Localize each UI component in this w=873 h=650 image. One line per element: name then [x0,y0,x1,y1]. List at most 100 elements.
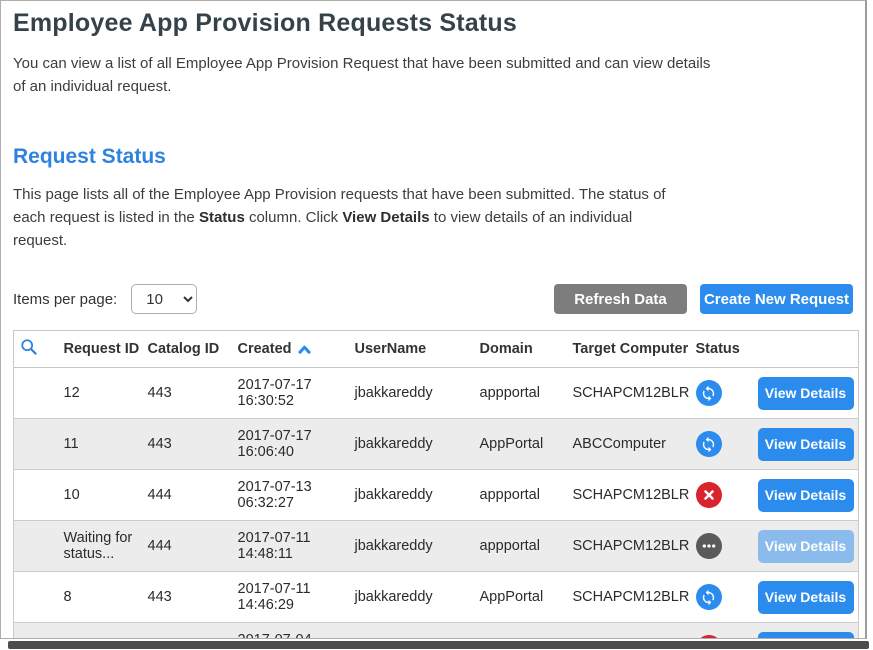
cell-request-id: 10 [58,470,142,521]
cell-action: View Details [752,368,859,419]
cell-target-computer: SCHAPCM12BLR [567,623,690,639]
header-request-id[interactable]: Request ID [58,331,142,368]
request-status-table: Request ID Catalog ID Created UserName D… [13,330,859,639]
view-details-button[interactable]: View Details [758,377,854,410]
view-details-button-disabled[interactable]: View Details [758,530,854,563]
cell-status [690,521,752,572]
cell-username: jbakkareddy [349,419,474,470]
cell-request-id: Waiting for status... [58,521,142,572]
request-status-heading: Request Status [13,145,853,169]
table-header-row: Request ID Catalog ID Created UserName D… [14,331,859,368]
table-row: 8 443 2017-07-11 14:46:29 jbakkareddy Ap… [14,572,859,623]
view-details-button[interactable]: View Details [758,479,854,512]
cell-status [690,623,752,639]
error-status-icon [696,482,722,508]
cell-target-computer: SCHAPCM12BLR [567,521,690,572]
view-details-button[interactable]: View Details [758,581,854,614]
sync-status-icon [696,380,722,406]
sync-status-icon [696,584,722,610]
view-details-button[interactable]: View Details [758,632,854,639]
header-catalog-id[interactable]: Catalog ID [142,331,232,368]
section-desc-bold-view-details: View Details [342,209,429,226]
cell-catalog-id: 443 [142,368,232,419]
cell-username: jbakkareddy [349,572,474,623]
window-bottom-edge [8,641,869,649]
section-desc-part2: column. Click [245,209,343,226]
page-frame: Employee App Provision Requests Status Y… [0,0,867,639]
cell-target-computer: ABCComputer [567,419,690,470]
search-icon[interactable] [20,338,38,356]
cell-catalog-id: 443 [142,419,232,470]
cell-username: jbakkareddy [349,623,474,639]
table-row: Waiting for status... 444 2017-07-11 14:… [14,521,859,572]
refresh-data-button[interactable]: Refresh Data [554,284,687,314]
table-row: 11 443 2017-07-17 16:06:40 jbakkareddy A… [14,419,859,470]
cell-status [690,419,752,470]
cell-action: View Details [752,623,859,639]
cell-status [690,368,752,419]
cell-status [690,572,752,623]
cell-created: 2017-07-11 14:48:11 [232,521,349,572]
cell-target-computer: SCHAPCM12BLR [567,368,690,419]
header-domain[interactable]: Domain [474,331,567,368]
search-header-cell [14,331,58,368]
section-description: This page lists all of the Employee App … [13,183,681,253]
cell-request-id: 6 [58,623,142,639]
cell-domain: appportal [474,623,567,639]
items-per-page-label: Items per page: [13,291,117,308]
row-icon-cell [14,623,58,639]
cell-created: 2017-07-04 04:32:57 [232,623,349,639]
items-per-page-select[interactable]: 10 [131,284,197,314]
cell-action: View Details [752,572,859,623]
page-title: Employee App Provision Requests Status [13,9,853,38]
ellipsis-status-icon [696,533,722,559]
cell-created: 2017-07-13 06:32:27 [232,470,349,521]
cell-username: jbakkareddy [349,521,474,572]
cell-catalog-id: 443 [142,572,232,623]
sort-ascending-icon [298,345,311,354]
row-icon-cell [14,419,58,470]
header-username[interactable]: UserName [349,331,474,368]
cell-domain: appportal [474,470,567,521]
cell-request-id: 11 [58,419,142,470]
cell-target-computer: SCHAPCM12BLR [567,470,690,521]
screenshot-stage: Employee App Provision Requests Status Y… [0,0,873,650]
header-created[interactable]: Created [232,331,349,368]
cell-status [690,470,752,521]
cell-request-id: 8 [58,572,142,623]
header-created-label: Created [238,341,292,357]
row-icon-cell [14,470,58,521]
cell-domain: appportal [474,368,567,419]
row-icon-cell [14,572,58,623]
cell-created: 2017-07-17 16:06:40 [232,419,349,470]
header-actions [752,331,859,368]
error-status-icon [696,635,722,639]
cell-target-computer: SCHAPCM12BLR [567,572,690,623]
cell-domain: appportal [474,521,567,572]
cell-catalog-id: 444 [142,521,232,572]
cell-request-id: 12 [58,368,142,419]
cell-action: View Details [752,419,859,470]
page-intro-text: You can view a list of all Employee App … [13,52,713,99]
sync-status-icon [696,431,722,457]
cell-username: jbakkareddy [349,470,474,521]
header-target-computer[interactable]: Target Computer [567,331,690,368]
cell-catalog-id: 444 [142,470,232,521]
table-row: 10 444 2017-07-13 06:32:27 jbakkareddy a… [14,470,859,521]
cell-action: View Details [752,521,859,572]
cell-domain: AppPortal [474,419,567,470]
cell-created: 2017-07-17 16:30:52 [232,368,349,419]
create-new-request-button[interactable]: Create New Request [700,284,853,314]
table-row: 6 444 2017-07-04 04:32:57 jbakkareddy ap… [14,623,859,639]
view-details-button[interactable]: View Details [758,428,854,461]
row-icon-cell [14,368,58,419]
cell-created: 2017-07-11 14:46:29 [232,572,349,623]
header-status[interactable]: Status [690,331,752,368]
cell-domain: AppPortal [474,572,567,623]
cell-action: View Details [752,470,859,521]
cell-catalog-id: 444 [142,623,232,639]
table-row: 12 443 2017-07-17 16:30:52 jbakkareddy a… [14,368,859,419]
table-controls: Items per page: 10 Refresh Data Create N… [13,278,853,320]
cell-username: jbakkareddy [349,368,474,419]
row-icon-cell [14,521,58,572]
